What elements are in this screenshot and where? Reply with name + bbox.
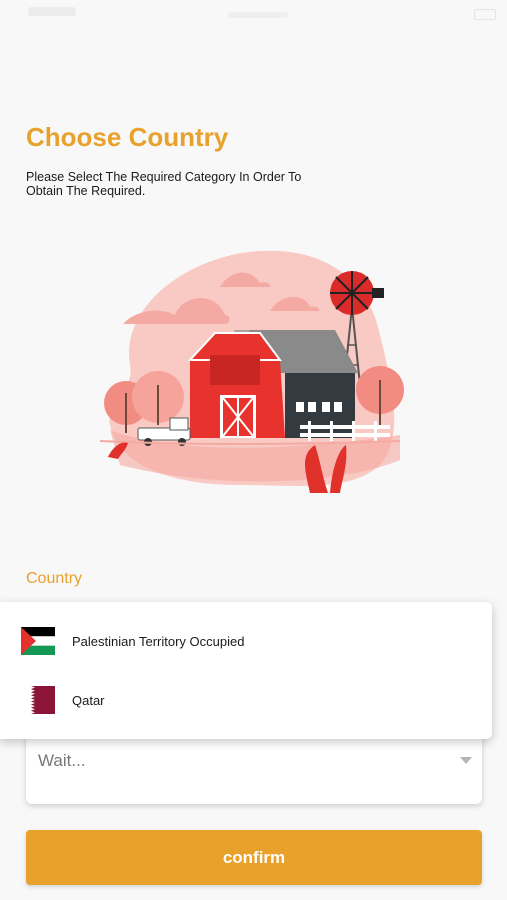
option-label: Palestinian Territory Occupied [72, 634, 245, 649]
country-dropdown: Palestinian Territory Occupied Qatar [0, 602, 492, 739]
page-subtitle: Please Select The Required Category In O… [26, 170, 302, 198]
farm-illustration [100, 250, 404, 493]
chevron-down-icon [460, 757, 472, 764]
status-bar [0, 0, 507, 28]
confirm-button[interactable]: confirm [26, 830, 482, 885]
select-value: Wait... [38, 751, 86, 770]
country-label: Country [26, 570, 83, 587]
option-label: Qatar [72, 693, 105, 708]
country-option-palestine[interactable]: Palestinian Territory Occupied [0, 613, 492, 671]
page-title: Choose Country [26, 122, 229, 152]
palestine-flag-icon [21, 627, 55, 655]
country-option-qatar[interactable]: Qatar [0, 672, 492, 730]
status-carrier [228, 12, 288, 18]
status-time [28, 7, 76, 16]
qatar-flag-icon [21, 686, 55, 714]
battery-icon [474, 9, 496, 20]
